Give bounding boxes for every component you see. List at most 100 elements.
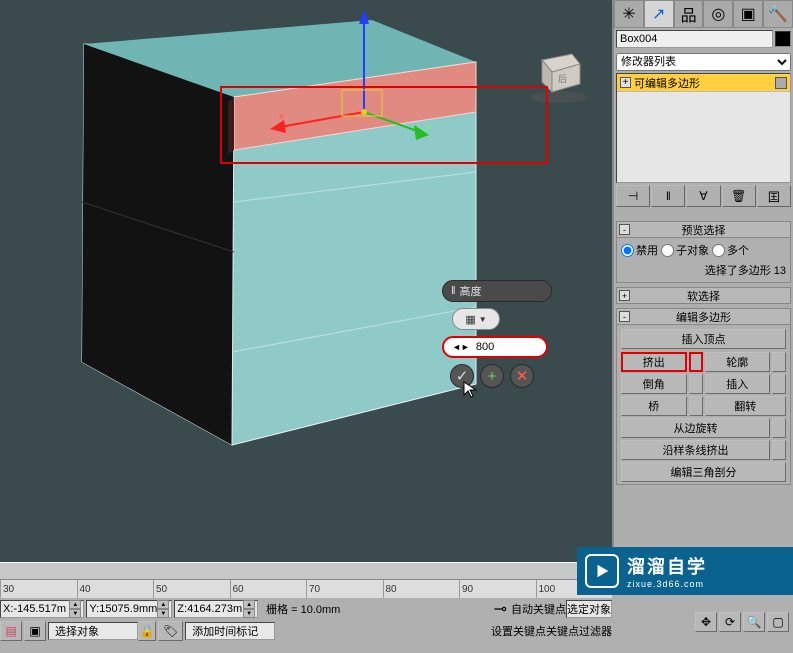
caddy-cancel-button[interactable]: ✕	[510, 364, 534, 388]
extrude-caddy: ‖ 高度 ▦ ▼ ◄► 800 ✓ + ✕	[442, 280, 552, 388]
outline-settings-button[interactable]	[772, 352, 786, 372]
spinner-icon[interactable]: ▲▼	[243, 600, 255, 618]
rollout-header-editpoly[interactable]: - 编辑多边形	[616, 308, 791, 325]
rollout-header-preview[interactable]: - 预览选择	[616, 221, 791, 238]
autokey-toggle[interactable]: 自动关键点	[511, 601, 566, 617]
tag-icon: 🏷	[163, 624, 178, 638]
viewport[interactable]: x y 后 ‖ 高度 ▦ ▼ ◄►	[0, 0, 612, 562]
radio-subobj[interactable]: 子对象	[661, 242, 709, 258]
listener-icon: ▤	[5, 624, 16, 638]
outline-button[interactable]: 轮廓	[705, 352, 771, 372]
grid-icon: ▦	[465, 313, 475, 326]
modify-icon: ↗	[652, 4, 665, 24]
command-panel-tabs: ✳ ↗ 品 ◎ ▣ 🔨	[614, 0, 793, 28]
extrude-spline-button[interactable]: 沿样条线挤出	[621, 440, 770, 460]
radio-multi[interactable]: 多个	[712, 242, 749, 258]
zoom-button[interactable]: 🔍	[743, 612, 765, 632]
modifier-stack[interactable]: + 可编辑多边形	[616, 73, 791, 183]
play-icon	[585, 554, 619, 588]
tick: 50	[153, 580, 230, 598]
annotation-highlight	[220, 86, 548, 164]
pan-button[interactable]: ✥	[695, 612, 717, 632]
modifier-list-dropdown[interactable]: 修改器列表	[616, 53, 791, 71]
coord-x[interactable]: X: -145.517m ▲▼	[0, 600, 84, 618]
caddy-apply-button[interactable]: +	[480, 364, 504, 388]
show-end-result-button[interactable]: ‖	[651, 185, 685, 207]
bridge-button[interactable]: 桥	[621, 396, 687, 416]
tab-display[interactable]: ▣	[733, 0, 763, 28]
make-unique-button[interactable]: ∀	[686, 185, 720, 207]
trackbar[interactable]	[0, 562, 612, 580]
remove-modifier-button[interactable]: 🗑	[722, 185, 756, 207]
caddy-value-input[interactable]: ◄► 800	[442, 336, 548, 358]
bevel-button[interactable]: 倒角	[621, 374, 687, 394]
stack-item-editable-poly[interactable]: + 可编辑多边形	[617, 74, 790, 92]
time-tag-button[interactable]: 🏷	[158, 621, 183, 641]
time-tag-field[interactable]: 添加时间标记	[185, 622, 275, 640]
rollout-title: 编辑多边形	[676, 309, 731, 325]
rollout-edit-polygons: - 编辑多边形 插入顶点 挤出 轮廓 倒角 插入 桥 翻转 从边旋转 沿样条线挤…	[616, 308, 791, 485]
object-color-swatch[interactable]	[775, 31, 791, 47]
caddy-value: 800	[476, 341, 494, 353]
radio-disable[interactable]: 禁用	[621, 242, 658, 258]
flip-button[interactable]: 翻转	[705, 396, 787, 416]
result-icon: ‖	[666, 189, 671, 203]
bevel-settings-button[interactable]	[689, 374, 703, 394]
coord-x-value: -145.517m	[13, 603, 69, 615]
inset-button[interactable]: 插入	[705, 374, 771, 394]
tab-utilities[interactable]: 🔨	[763, 0, 793, 28]
maximize-button[interactable]: ▢	[767, 612, 789, 632]
mouse-cursor	[462, 380, 480, 403]
caddy-mode-button[interactable]: ▦ ▼	[452, 308, 500, 330]
coord-y[interactable]: Y: 15075.9mm ▲▼	[86, 600, 172, 618]
script-listener-button[interactable]: ▤	[0, 621, 22, 641]
tab-motion[interactable]: ◎	[703, 0, 733, 28]
cross-icon: ✕	[516, 367, 529, 385]
tab-modify[interactable]: ↗	[644, 0, 674, 28]
insert-vertex-button[interactable]: 插入顶点	[621, 329, 786, 349]
coord-z[interactable]: Z: 4164.273m ▲▼	[174, 600, 258, 618]
display-icon: ▣	[741, 4, 756, 24]
prompt-button[interactable]: ▣	[24, 621, 46, 641]
setkey-button[interactable]: 设置关键点	[491, 623, 546, 639]
keymode-dropdown[interactable]: 选定对象	[566, 600, 612, 618]
viewport-inner: x y 后 ‖ 高度 ▦ ▼ ◄►	[2, 2, 610, 560]
object-name-input[interactable]	[616, 30, 773, 48]
key-icon[interactable]: ⊸	[494, 599, 507, 619]
config-icon: 囯	[768, 188, 780, 205]
time-ruler[interactable]: 30 40 50 60 70 80 90 100	[0, 580, 612, 598]
spinner-icon[interactable]: ▲▼	[69, 600, 81, 618]
create-icon: ✳	[622, 4, 635, 24]
extrude-button[interactable]: 挤出	[621, 352, 687, 372]
status-prompt: 选择对象	[48, 622, 138, 640]
inset-settings-button[interactable]	[772, 374, 786, 394]
hinge-button[interactable]: 从边旋转	[621, 418, 770, 438]
rollout-header-softsel[interactable]: + 软选择	[616, 287, 791, 304]
tab-hierarchy[interactable]: 品	[674, 0, 704, 28]
coord-z-value: 4164.273m	[187, 603, 243, 615]
pin-stack-button[interactable]: ⊣	[616, 185, 650, 207]
stack-toggle-icon[interactable]	[775, 77, 787, 89]
spinner-arrows-icon[interactable]: ◄►	[452, 342, 470, 352]
configure-sets-button[interactable]: 囯	[757, 185, 791, 207]
timeline-area: 30 40 50 60 70 80 90 100 X: -145.517m ▲▼…	[0, 562, 612, 653]
bridge-settings-button[interactable]	[689, 396, 703, 416]
tick: 80	[383, 580, 460, 598]
selection-info: 选择了多边形 13	[621, 262, 786, 278]
keyfilters-button[interactable]: 关键点过滤器	[546, 623, 612, 639]
tick: 40	[77, 580, 154, 598]
extrude-spline-settings-button[interactable]	[772, 440, 786, 460]
tick: 60	[230, 580, 307, 598]
rollout-preview-selection: - 预览选择 禁用 子对象 多个 选择了多边形 13	[616, 221, 791, 283]
unique-icon: ∀	[699, 189, 707, 203]
edit-tri-button[interactable]: 编辑三角剖分	[621, 462, 786, 482]
minus-icon: -	[619, 311, 630, 322]
rollout-soft-selection: + 软选择	[616, 287, 791, 304]
hinge-settings-button[interactable]	[772, 418, 786, 438]
tab-create[interactable]: ✳	[614, 0, 644, 28]
spinner-icon[interactable]: ▲▼	[157, 600, 169, 618]
orbit-button[interactable]: ⟳	[719, 612, 741, 632]
expand-icon[interactable]: +	[620, 77, 631, 88]
lock-selection-button[interactable]: 🔒	[138, 621, 156, 641]
extrude-settings-button[interactable]	[689, 352, 703, 372]
